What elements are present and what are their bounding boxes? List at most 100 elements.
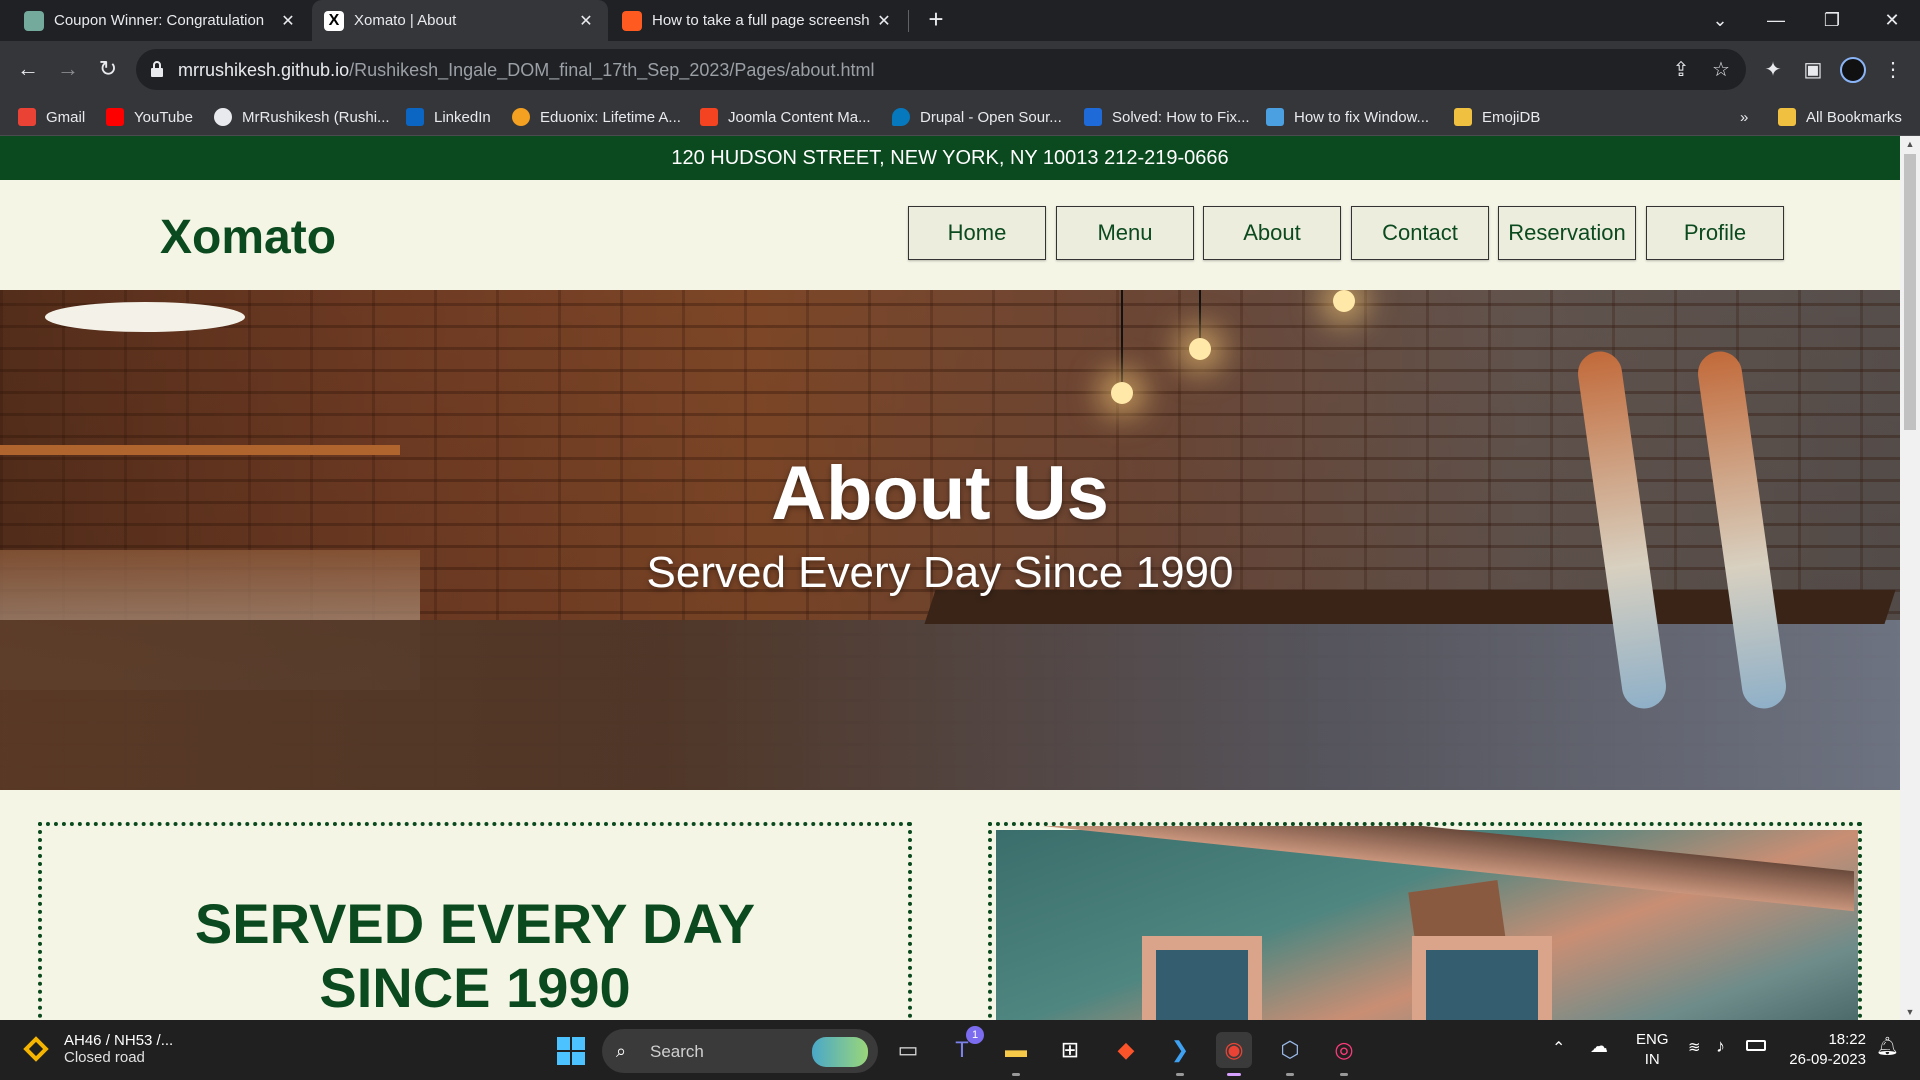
served-since-card: SERVED EVERY DAY SINCE 1990 [38,822,912,1020]
vscode-icon[interactable]: ❯ [1162,1032,1198,1076]
clock-date: 26-09-2023 [1789,1051,1866,1068]
battery-icon[interactable] [1746,1040,1766,1051]
hero-cord-image [1121,290,1123,385]
nav-home-button[interactable]: Home [908,206,1046,260]
scroll-up-arrow-icon[interactable]: ▲ [1900,136,1920,152]
nav-reservation-button[interactable]: Reservation [1498,206,1636,260]
bookmarks-overflow-icon[interactable]: » [1740,106,1748,128]
bookmark-emojidb[interactable]: EmojiDB [1454,106,1540,128]
address-bar[interactable]: mrrushikesh.github.io/Rushikesh_Ingale_D… [136,49,1746,90]
wifi-icon[interactable]: ≋ [1688,1038,1701,1056]
new-tab-button[interactable]: + [922,6,950,34]
traffic-widget[interactable]: AH46 / NH53 /... Closed road [22,1032,173,1066]
traffic-text: AH46 / NH53 /... Closed road [64,1032,173,1066]
hero-lamp-image [45,302,245,332]
bookmark-eduonix[interactable]: Eduonix: Lifetime A... [512,106,681,128]
joomla-icon [700,108,718,126]
tab-xomato-about[interactable]: X Xomato | About ✕ [312,0,608,41]
running-indicator [1286,1073,1294,1076]
close-tab-icon[interactable]: ✕ [874,11,894,31]
side-panel-icon[interactable]: ▣ [1800,57,1826,83]
screen-recorder-icon[interactable]: ◎ [1326,1032,1362,1076]
bookmark-gmail[interactable]: Gmail [18,106,85,128]
teams-icon[interactable]: T1 [944,1026,984,1068]
clock-time: 18:22 [1828,1031,1866,1048]
hero-floor-image [0,620,1900,790]
bookmark-joomla[interactable]: Joomla Content Ma... [700,106,871,128]
facade-window [1142,936,1262,1020]
hero-title: About Us [771,451,1109,536]
bookmark-linkedin[interactable]: LinkedIn [406,106,491,128]
bookmark-label: How to fix Window... [1294,108,1430,126]
forward-arrow-icon[interactable]: → [52,53,84,85]
site-logo[interactable]: Xomato [160,210,336,265]
hero-subtitle: Served Every Day Since 1990 [646,548,1234,597]
task-view-icon[interactable]: ▭ [890,1032,926,1068]
tray-chevron-icon[interactable]: ⌃ [1552,1038,1565,1058]
system-clock[interactable]: 18:22 26-09-2023 [1776,1030,1866,1070]
all-bookmarks-button[interactable]: All Bookmarks [1778,106,1902,128]
bookmark-windows-fix[interactable]: How to fix Window... [1266,106,1429,128]
bookmark-youtube[interactable]: YouTube [106,106,193,128]
brave-browser-icon[interactable]: ◆ [1108,1032,1144,1068]
bookmark-drupal[interactable]: Drupal - Open Sour... [892,106,1062,128]
running-indicator [1012,1073,1020,1076]
bookmark-solved[interactable]: Solved: How to Fix... [1084,106,1250,128]
github-icon [214,108,232,126]
tab-title: How to take a full page screensh [652,12,870,29]
bookmark-label: LinkedIn [434,108,491,126]
bookmark-label: EmojiDB [1482,108,1541,126]
browser-toolbar: ← → ↻ mrrushikesh.github.io/Rushikesh_In… [0,41,1920,98]
file-explorer-icon[interactable]: ▬ [998,1032,1034,1076]
tab-title: Coupon Winner: Congratulation [54,12,265,29]
volume-icon[interactable]: ♪ [1716,1036,1725,1057]
bookmark-label: Solved: How to Fix... [1112,108,1250,126]
browser-tab-bar: Coupon Winner: Congratulation ✕ X Xomato… [0,0,1920,41]
close-tab-icon[interactable]: ✕ [278,11,298,31]
x-logo-icon: X [324,10,344,31]
virtualbox-icon[interactable]: ⬡ [1272,1032,1308,1076]
gmail-icon [18,108,36,126]
web-page: 120 HUDSON STREET, NEW YORK, NY 10013 21… [0,136,1900,1020]
extensions-puzzle-icon[interactable]: ✦ [1760,57,1786,83]
language-indicator[interactable]: ENG IN [1636,1030,1669,1070]
page-scrollbar[interactable]: ▲ ▼ [1900,136,1920,1020]
windows-start-icon[interactable] [556,1036,586,1066]
nav-contact-button[interactable]: Contact [1351,206,1489,260]
more-menu-icon[interactable]: ⋮ [1880,57,1906,83]
onedrive-cloud-icon[interactable]: ☁ [1590,1036,1608,1057]
nav-about-button[interactable]: About [1203,206,1341,260]
folder-icon [1454,108,1472,126]
facade-window [1412,936,1552,1020]
tab-full-page-screenshot[interactable]: How to take a full page screensh ✕ [610,0,906,41]
windows-fix-icon [1266,108,1284,126]
close-window-icon[interactable]: ✕ [1872,6,1912,34]
notification-bell-icon[interactable]: 🔔︎ [1876,1036,1899,1057]
microsoft-store-icon[interactable]: ⊞ [1052,1032,1088,1068]
bookmarks-bar: Gmail YouTube MrRushikesh (Rushi... Link… [0,98,1920,136]
scroll-down-arrow-icon[interactable]: ▼ [1900,1004,1920,1020]
scrollbar-thumb[interactable] [1904,154,1916,430]
bookmark-github[interactable]: MrRushikesh (Rushi... [214,106,390,128]
search-highlight-art [812,1037,868,1067]
profile-avatar[interactable] [1840,57,1866,83]
nav-profile-button[interactable]: Profile [1646,206,1784,260]
back-arrow-icon[interactable]: ← [12,53,44,85]
minimize-icon[interactable]: — [1756,6,1796,34]
taskbar-search-box[interactable]: ⌕ Search [602,1029,878,1073]
bookmark-star-icon[interactable]: ☆ [1710,59,1732,81]
share-icon[interactable]: ⇪ [1670,59,1692,81]
close-tab-icon[interactable]: ✕ [576,11,596,31]
tab-search-chevron-icon[interactable]: ⌄ [1700,6,1740,34]
language-code: ENG [1636,1031,1669,1048]
running-indicator [1227,1073,1241,1076]
restore-icon[interactable]: ❐ [1812,6,1852,34]
reload-icon[interactable]: ↻ [92,53,124,85]
youtube-icon [106,108,124,126]
chatgpt-icon [24,10,44,31]
tab-coupon-winner[interactable]: Coupon Winner: Congratulation ✕ [12,0,310,41]
bookmark-label: Drupal - Open Sour... [920,108,1062,126]
nav-menu-button[interactable]: Menu [1056,206,1194,260]
chrome-icon[interactable]: ◉ [1216,1032,1252,1076]
tab-separator [908,10,909,32]
